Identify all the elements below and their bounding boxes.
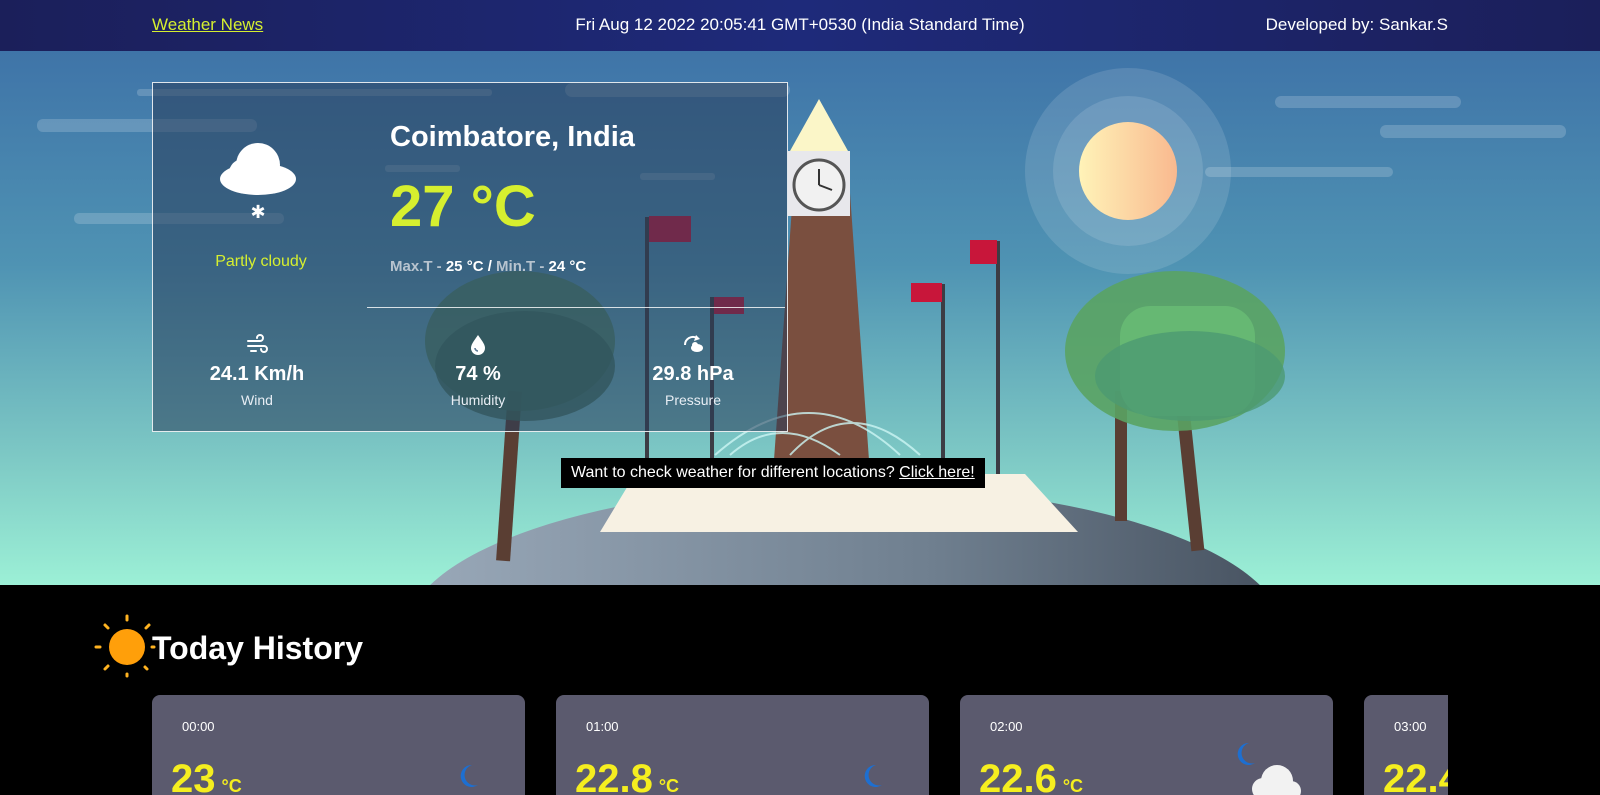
history-temp: 22.4°C xyxy=(1383,757,1448,795)
history-temp-value: 23 xyxy=(171,757,216,795)
moon-cloud-icon xyxy=(1237,742,1301,795)
history-temp-value: 22.6 xyxy=(979,757,1057,795)
history-time: 01:00 xyxy=(586,719,619,734)
history-card[interactable]: 02:00 22.6 °C xyxy=(960,695,1333,795)
moon-icon xyxy=(864,764,882,787)
history-temp: 22.6 °C xyxy=(979,757,1083,795)
history-carousel[interactable]: 00:00 23 °C 01:00 22.8 °C 02:00 22.6 °C 03:… xyxy=(0,0,1448,795)
moon-icon xyxy=(460,764,478,787)
history-temp: 23 °C xyxy=(171,757,242,795)
history-time: 02:00 xyxy=(990,719,1023,734)
history-temp-value: 22.4 xyxy=(1383,757,1448,795)
history-time: 03:00 xyxy=(1394,719,1427,734)
history-temp-value: 22.8 xyxy=(575,757,653,795)
history-card[interactable]: 01:00 22.8 °C xyxy=(556,695,929,795)
history-temp: 22.8 °C xyxy=(575,757,679,795)
history-temp-unit: °C xyxy=(221,776,242,795)
history-time: 00:00 xyxy=(182,719,215,734)
history-temp-unit: °C xyxy=(1062,776,1084,795)
history-card[interactable]: 00:00 23 °C xyxy=(152,695,525,795)
history-temp-unit: °C xyxy=(658,776,680,795)
history-card[interactable]: 03:00 22.4°C xyxy=(1364,695,1448,795)
